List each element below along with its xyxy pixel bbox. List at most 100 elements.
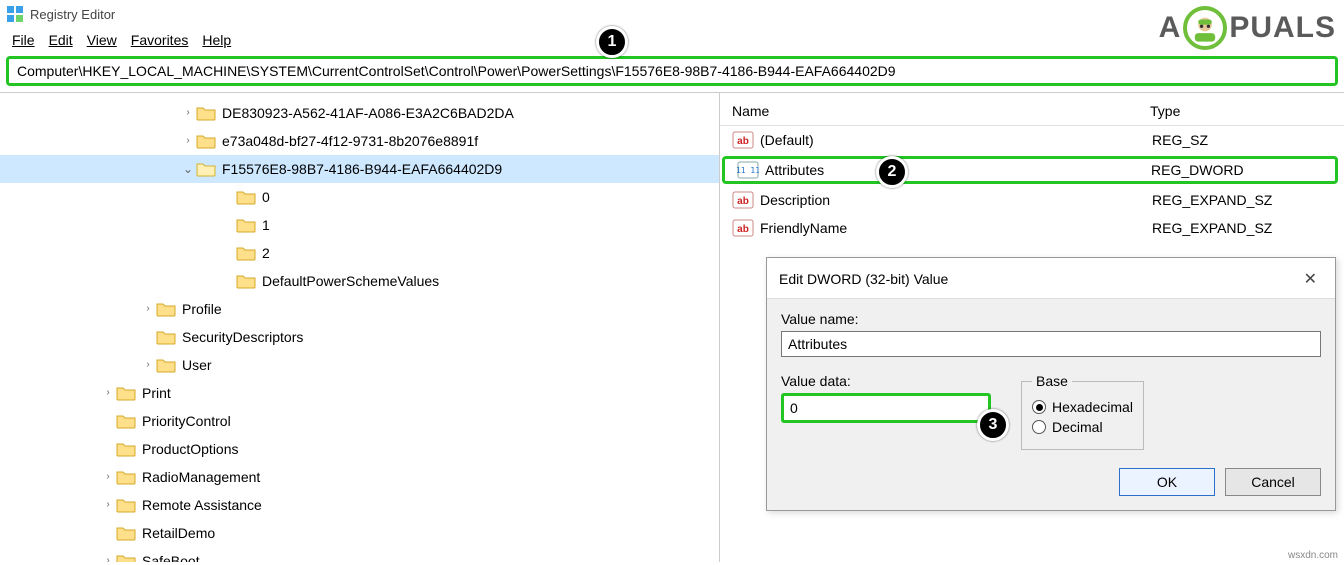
chevron-right-icon[interactable]: › <box>140 351 156 379</box>
menubar: File Edit View Favorites Help <box>0 28 1344 54</box>
folder-icon <box>156 357 176 373</box>
logo-mascot-icon <box>1183 6 1227 50</box>
base-fieldset: Base Hexadecimal Decimal <box>1021 373 1144 450</box>
tree-item[interactable]: 0 <box>0 183 719 211</box>
menu-edit[interactable]: Edit <box>43 30 79 50</box>
value-data-label: Value data: <box>781 373 991 389</box>
chevron-right-icon[interactable]: › <box>100 491 116 519</box>
folder-icon <box>156 329 176 345</box>
menu-favorites[interactable]: Favorites <box>125 30 195 50</box>
svg-text:ab: ab <box>737 136 749 147</box>
tree-item[interactable]: › User <box>0 351 719 379</box>
tree-item[interactable]: SecurityDescriptors <box>0 323 719 351</box>
tree-item[interactable]: ⌄F15576E8-98B7-4186-B944-EAFA664402D9 <box>0 155 719 183</box>
chevron-right-icon[interactable]: › <box>100 463 116 491</box>
value-row[interactable]: ab DescriptionREG_EXPAND_SZ <box>720 186 1344 214</box>
tree-item[interactable]: › SafeBoot <box>0 547 719 562</box>
value-name-input[interactable] <box>781 331 1321 357</box>
radio-hexadecimal[interactable]: Hexadecimal <box>1032 399 1133 415</box>
close-icon: ✕ <box>1304 271 1317 288</box>
tree-item-label: DE830923-A562-41AF-A086-E3A2C6BAD2DA <box>222 99 522 127</box>
tree-item[interactable]: 2 <box>0 239 719 267</box>
tree-item[interactable]: › e73a048d-bf27-4f12-9731-8b2076e8891f <box>0 127 719 155</box>
ok-button[interactable]: OK <box>1119 468 1215 496</box>
tree-item[interactable]: › DE830923-A562-41AF-A086-E3A2C6BAD2DA <box>0 99 719 127</box>
tree-item[interactable]: › RadioManagement <box>0 463 719 491</box>
value-type: REG_EXPAND_SZ <box>1152 192 1344 208</box>
chevron-right-icon[interactable]: › <box>100 379 116 407</box>
annotation-badge-2: 2 <box>876 156 908 188</box>
tree-item-label: e73a048d-bf27-4f12-9731-8b2076e8891f <box>222 127 486 155</box>
menu-view[interactable]: View <box>81 30 123 50</box>
tree-item[interactable]: DefaultPowerSchemeValues <box>0 267 719 295</box>
svg-text:ab: ab <box>737 196 749 207</box>
address-bar[interactable]: Computer\HKEY_LOCAL_MACHINE\SYSTEM\Curre… <box>6 56 1338 86</box>
tree-item[interactable]: 1 <box>0 211 719 239</box>
menu-file[interactable]: File <box>6 30 41 50</box>
titlebar: Registry Editor <box>0 0 1344 28</box>
folder-icon <box>116 525 136 541</box>
tree-item-label: ProductOptions <box>142 435 247 463</box>
list-header: Name Type <box>720 99 1344 126</box>
chevron-right-icon[interactable]: › <box>180 99 196 127</box>
tree-item-label: 2 <box>262 239 278 267</box>
tree-item-label: Profile <box>182 295 230 323</box>
folder-icon <box>236 189 256 205</box>
string-value-icon: ab <box>732 191 754 209</box>
folder-icon <box>116 497 136 513</box>
chevron-right-icon[interactable]: › <box>180 127 196 155</box>
tree-item-label: RadioManagement <box>142 463 268 491</box>
tree-item[interactable]: › Profile <box>0 295 719 323</box>
col-name[interactable]: Name <box>720 103 1150 119</box>
edit-dword-dialog: Edit DWORD (32-bit) Value ✕ Value name: … <box>766 257 1336 511</box>
value-name: Attributes <box>765 162 1151 178</box>
chevron-right-icon[interactable]: › <box>100 547 116 562</box>
svg-text:ab: ab <box>737 224 749 235</box>
folder-icon <box>156 301 176 317</box>
tree-item-label: RetailDemo <box>142 519 223 547</box>
folder-icon <box>196 105 216 121</box>
radio-icon <box>1032 420 1046 434</box>
tree-item[interactable]: PriorityControl <box>0 407 719 435</box>
tree-item-label: User <box>182 351 220 379</box>
value-row[interactable]: 011 110 AttributesREG_DWORD <box>722 156 1338 184</box>
folder-icon <box>236 273 256 289</box>
folder-icon <box>236 217 256 233</box>
radio-decimal[interactable]: Decimal <box>1032 419 1133 435</box>
tree-item-label: SafeBoot <box>142 547 208 562</box>
value-data-input[interactable] <box>781 393 991 423</box>
tree-item-label: Remote Assistance <box>142 491 270 519</box>
tree-item-label: 0 <box>262 183 278 211</box>
tree-item[interactable]: ›Print <box>0 379 719 407</box>
dialog-close-button[interactable]: ✕ <box>1298 268 1323 290</box>
logo-text-right: PUALS <box>1229 11 1336 45</box>
folder-icon <box>116 413 136 429</box>
col-type[interactable]: Type <box>1150 103 1344 119</box>
folder-icon <box>196 161 216 177</box>
value-type: REG_DWORD <box>1151 162 1335 178</box>
tree-item-label: PriorityControl <box>142 407 239 435</box>
value-name: Description <box>760 192 1152 208</box>
window-title: Registry Editor <box>30 7 115 22</box>
value-type: REG_SZ <box>1152 132 1344 148</box>
tree-item-label: SecurityDescriptors <box>182 323 311 351</box>
svg-text:011 110: 011 110 <box>737 166 759 175</box>
base-legend: Base <box>1032 373 1072 389</box>
chevron-down-icon[interactable]: ⌄ <box>180 155 196 183</box>
value-row[interactable]: abFriendlyNameREG_EXPAND_SZ <box>720 214 1344 242</box>
cancel-button[interactable]: Cancel <box>1225 468 1321 496</box>
tree-pane[interactable]: › DE830923-A562-41AF-A086-E3A2C6BAD2DA › e7… <box>0 93 720 562</box>
value-row[interactable]: ab(Default)REG_SZ <box>720 126 1344 154</box>
folder-icon <box>116 441 136 457</box>
folder-icon <box>196 133 216 149</box>
menu-help[interactable]: Help <box>196 30 237 50</box>
values-pane[interactable]: Name Type ab(Default)REG_SZ 011 110 Attrib… <box>720 93 1344 562</box>
chevron-right-icon[interactable]: › <box>140 295 156 323</box>
folder-icon <box>236 245 256 261</box>
tree-item[interactable]: RetailDemo <box>0 519 719 547</box>
tree-item[interactable]: › Remote Assistance <box>0 491 719 519</box>
tree-item-label: 1 <box>262 211 278 239</box>
folder-icon <box>116 553 136 562</box>
tree-item[interactable]: ProductOptions <box>0 435 719 463</box>
watermark: wsxdn.com <box>1288 550 1338 561</box>
